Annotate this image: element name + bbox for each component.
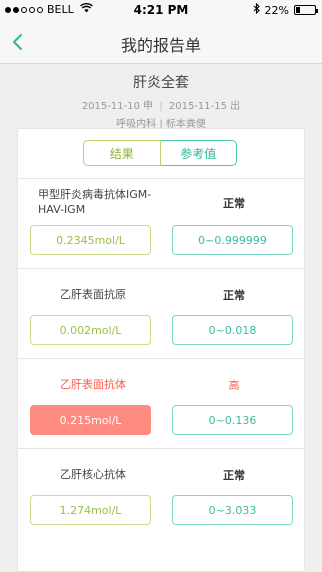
item-name: 乙肝表面抗体	[60, 378, 126, 391]
result-item[interactable]: 甲型肝炎病毒抗体IGM-HAV-IGM 正常 0.2345mol/L 0~0.9…	[18, 178, 304, 268]
separator: |	[159, 101, 163, 112]
item-value: 0.215mol/L	[30, 405, 151, 435]
item-status: 正常	[223, 197, 245, 210]
item-name: 乙肝核心抗体	[60, 468, 126, 481]
report-dates: 2015-11-10 申 | 2015-11-15 出	[0, 97, 322, 112]
page-title: 我的报告单	[120, 36, 201, 55]
item-status: 正常	[223, 469, 245, 482]
issue-date: 2015-11-15 出	[168, 101, 241, 112]
battery-percent: 22%	[264, 3, 289, 17]
results-card: 结果 参考值 甲型肝炎病毒抗体IGM-HAV-IGM 正常 0.2345mol/…	[17, 128, 305, 572]
item-value: 1.274mol/L	[30, 495, 151, 525]
status-right: 22%	[253, 2, 318, 17]
item-range: 0~0.018	[172, 315, 293, 345]
item-name: 乙肝表面抗原	[60, 288, 126, 301]
report-name: 肝炎全套	[133, 75, 189, 91]
apply-date: 2015-11-10 申	[81, 101, 154, 112]
nav-bar: 我的报告单	[0, 20, 322, 64]
item-status: 正常	[223, 289, 245, 302]
tab-reference[interactable]: 参考值	[160, 140, 237, 166]
item-name: 甲型肝炎病毒抗体IGM-HAV-IGM	[38, 188, 152, 216]
result-item[interactable]: 乙肝核心抗体 正常 1.274mol/L 0~3.033	[18, 448, 304, 538]
item-value: 0.2345mol/L	[30, 225, 151, 255]
battery-icon	[294, 5, 318, 15]
item-range: 0~0.136	[172, 405, 293, 435]
item-range: 0~0.999999	[172, 225, 293, 255]
item-value: 0.002mol/L	[30, 315, 151, 345]
item-range: 0~3.033	[172, 495, 293, 525]
result-item[interactable]: 乙肝表面抗体 高 0.215mol/L 0~0.136	[18, 358, 304, 448]
report-header: 肝炎全套 2015-11-10 申 | 2015-11-15 出 呼吸内科 | …	[0, 64, 322, 130]
battery-fill	[296, 7, 300, 13]
bluetooth-icon	[253, 2, 260, 17]
result-item[interactable]: 乙肝表面抗原 正常 0.002mol/L 0~0.018	[18, 268, 304, 358]
status-bar: BELL 4:21 PM 22%	[0, 0, 322, 20]
item-status: 高	[228, 379, 240, 392]
tab-result[interactable]: 结果	[83, 140, 161, 166]
segmented-control: 结果 参考值	[83, 140, 237, 166]
